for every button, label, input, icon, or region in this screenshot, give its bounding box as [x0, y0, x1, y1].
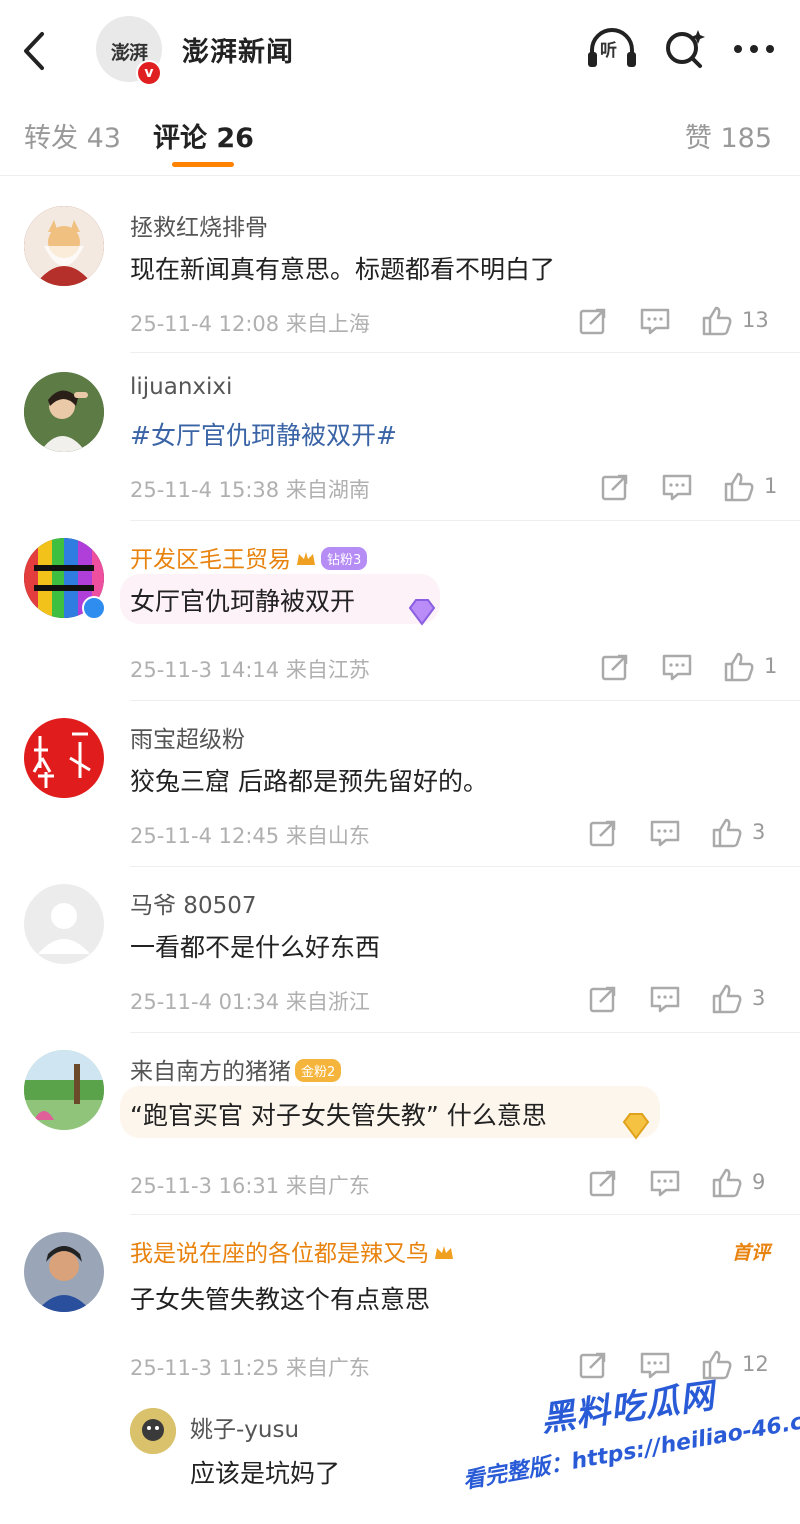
reply-username[interactable]: 姚子-yusu — [190, 1410, 299, 1444]
tab-bar: 转发 43 评论 26 赞 185 — [0, 96, 800, 176]
comment-meta: 25-11-3 11:25 来自广东 — [130, 1356, 370, 1380]
reply-icon[interactable] — [660, 650, 694, 686]
username-text: 来自南方的猪猪 — [130, 1059, 291, 1085]
repost-icon[interactable] — [586, 816, 620, 852]
comment-text: 一看都不是什么好东西 — [130, 933, 381, 962]
reply-icon[interactable] — [638, 304, 672, 340]
like-thumb-icon[interactable] — [700, 304, 734, 340]
like-thumb-icon[interactable] — [722, 470, 756, 506]
comment-username[interactable]: 雨宝超级粉 — [130, 720, 245, 754]
comment-actions: 3 — [586, 982, 776, 1018]
reply-icon[interactable] — [660, 470, 694, 506]
divider — [130, 1032, 800, 1033]
comment-actions: 13 — [576, 304, 776, 340]
repost-icon[interactable] — [586, 1166, 620, 1202]
tab-repost[interactable]: 转发 43 — [24, 116, 121, 155]
tab-like[interactable]: 赞 185 — [685, 116, 772, 155]
crown-icon — [435, 1245, 453, 1259]
like-thumb-icon[interactable] — [710, 1166, 744, 1202]
reply-avatar[interactable] — [130, 1408, 176, 1454]
comment-actions: 1 — [598, 470, 778, 506]
comment-text: “跑官买官 对子女失管失教” 什么意思 — [130, 1101, 547, 1130]
avatar[interactable] — [24, 372, 104, 452]
fan-badge: 钻粉3 — [321, 547, 368, 570]
reply-icon[interactable] — [648, 982, 682, 1018]
top-bar: 澎湃 v 澎湃新闻 听 — [0, 0, 800, 96]
diamond-gem-icon — [404, 594, 440, 630]
tab-comment[interactable]: 评论 26 — [153, 116, 254, 155]
like-count: 9 — [752, 1170, 766, 1194]
comment-username[interactable]: 来自南方的猪猪 金粉2 — [130, 1052, 342, 1086]
like-thumb-icon[interactable] — [710, 816, 744, 852]
comment-actions: 1 — [598, 650, 778, 686]
like-count: 3 — [752, 986, 766, 1010]
comment-username[interactable]: 我是说在座的各位都是辣又鸟 — [130, 1234, 455, 1268]
avatar[interactable] — [24, 1232, 104, 1312]
comment-meta: 25-11-3 14:14 来自江苏 — [130, 658, 370, 682]
avatar[interactable] — [24, 718, 104, 798]
comment-meta: 25-11-4 12:08 来自上海 — [130, 312, 370, 336]
comment-text: 现在新闻真有意思。标题都看不明白了 — [130, 255, 556, 284]
gold-gem-icon — [618, 1108, 654, 1144]
listen-headphones-icon[interactable]: 听 — [584, 24, 640, 74]
like-thumb-icon[interactable] — [710, 982, 744, 1018]
avatar[interactable] — [24, 884, 104, 964]
comment-text: 子女失管失教这个有点意思 — [130, 1285, 431, 1314]
comment-actions: 9 — [586, 1166, 776, 1202]
divider — [130, 520, 800, 521]
repost-icon[interactable] — [598, 470, 632, 506]
comment-text: 女厅官仇珂静被双开 — [130, 587, 356, 616]
like-count: 12 — [742, 1352, 769, 1376]
username-text: 开发区毛王贸易 — [130, 547, 291, 573]
comment-item: 马爷 80507 一看都不是什么好东西 25-11-4 01:34 来自浙江 3 — [0, 868, 800, 1033]
like-count: 1 — [764, 654, 778, 678]
divider — [130, 700, 800, 701]
repost-icon[interactable] — [598, 650, 632, 686]
verified-badge-icon: v — [136, 60, 162, 86]
comment-item: 拯救红烧排骨 现在新闻真有意思。标题都看不明白了 25-11-4 12:08 来… — [0, 190, 800, 355]
reply-text: 应该是坑妈了 — [190, 1459, 341, 1488]
verified-blue-icon — [82, 596, 106, 620]
reply-icon[interactable] — [648, 1166, 682, 1202]
like-count: 13 — [742, 308, 769, 332]
comment-meta: 25-11-3 16:31 来自广东 — [130, 1174, 370, 1198]
comment-meta: 25-11-4 12:45 来自山东 — [130, 824, 370, 848]
avatar[interactable] — [24, 206, 104, 286]
comment-item: 开发区毛王贸易 钻粉3 女厅官仇珂静被双开 25-11-3 14:14 来自江苏 … — [0, 522, 800, 702]
divider — [130, 866, 800, 867]
comment-actions: 3 — [586, 816, 776, 852]
comment-username[interactable]: 开发区毛王贸易 钻粉3 — [130, 540, 368, 574]
first-comment-tag: 首评 — [731, 1242, 770, 1264]
like-count: 1 — [764, 474, 778, 498]
like-thumb-icon[interactable] — [722, 650, 756, 686]
active-tab-indicator — [172, 162, 234, 167]
comment-username[interactable]: 拯救红烧排骨 — [130, 208, 268, 242]
username-text: 我是说在座的各位都是辣又鸟 — [130, 1241, 429, 1267]
comment-topic-link[interactable]: #女厅官仇珂静被双开# — [130, 416, 397, 452]
repost-icon[interactable] — [576, 1348, 610, 1384]
comment-username[interactable]: lijuanxixi — [130, 374, 232, 400]
divider — [130, 352, 800, 353]
comment-meta: 25-11-4 15:38 来自湖南 — [130, 478, 370, 502]
back-arrow-icon[interactable] — [14, 26, 54, 76]
listen-label: 听 — [600, 41, 617, 61]
comment-text: 狡兔三窟 后路都是预先留好的。 — [130, 767, 488, 796]
comment-item: 我是说在座的各位都是辣又鸟 首评 子女失管失教这个有点意思 25-11-3 11… — [0, 1216, 800, 1516]
fan-badge: 金粉2 — [295, 1059, 342, 1082]
crown-icon — [297, 551, 315, 565]
account-name[interactable]: 澎湃新闻 — [182, 30, 294, 69]
comment-item: 雨宝超级粉 狡兔三窟 后路都是预先留好的。 25-11-4 12:45 来自山东… — [0, 702, 800, 867]
reply-icon[interactable] — [648, 816, 682, 852]
like-count: 3 — [752, 820, 766, 844]
divider — [130, 1214, 800, 1215]
repost-icon[interactable] — [586, 982, 620, 1018]
comment-username[interactable]: 马爷 80507 — [130, 886, 256, 920]
repost-icon[interactable] — [576, 304, 610, 340]
comment-item: 来自南方的猪猪 金粉2 “跑官买官 对子女失管失教” 什么意思 25-11-3 1… — [0, 1034, 800, 1215]
more-icon[interactable] — [726, 24, 782, 74]
comment-meta: 25-11-4 01:34 来自浙江 — [130, 990, 370, 1014]
avatar[interactable] — [24, 1050, 104, 1130]
comment-item: lijuanxixi #女厅官仇珂静被双开# 25-11-4 15:38 来自湖… — [0, 356, 800, 521]
search-sparkle-icon[interactable] — [658, 24, 714, 74]
